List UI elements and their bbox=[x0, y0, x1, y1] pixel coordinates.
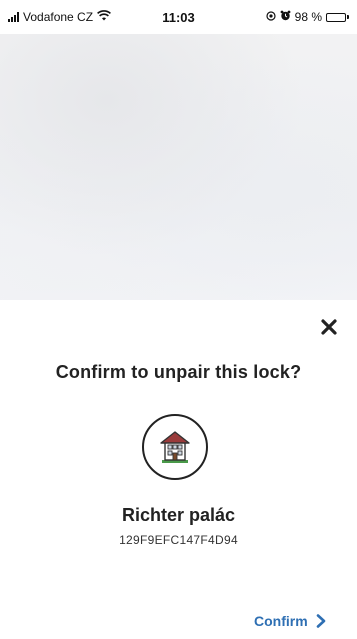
location-icon bbox=[266, 10, 276, 24]
carrier-label: Vodafone CZ bbox=[23, 10, 94, 24]
status-left: Vodafone CZ bbox=[8, 10, 112, 24]
chevron-right-icon bbox=[316, 614, 325, 628]
confirm-label: Confirm bbox=[254, 613, 308, 629]
confirm-button[interactable]: Confirm bbox=[254, 609, 326, 633]
battery-icon bbox=[326, 12, 349, 22]
alarm-icon bbox=[280, 10, 291, 24]
blurred-background-panel bbox=[0, 34, 357, 300]
lock-avatar bbox=[142, 414, 208, 480]
lock-name: Richter palác bbox=[121, 505, 236, 525]
close-button[interactable] bbox=[314, 312, 344, 342]
status-time: 11:03 bbox=[162, 9, 195, 25]
close-icon bbox=[321, 319, 337, 335]
status-right: 98 % bbox=[266, 10, 349, 24]
status-bar: Vodafone CZ 11:03 98 % bbox=[0, 0, 357, 34]
lock-id: 129F9EFC147F4D94 bbox=[119, 533, 238, 547]
modal-title: Confirm to unpair this lock? bbox=[55, 362, 302, 382]
battery-percent: 98 % bbox=[294, 10, 322, 24]
wifi-icon bbox=[97, 10, 112, 24]
signal-icon bbox=[8, 12, 19, 22]
building-icon bbox=[160, 431, 190, 463]
